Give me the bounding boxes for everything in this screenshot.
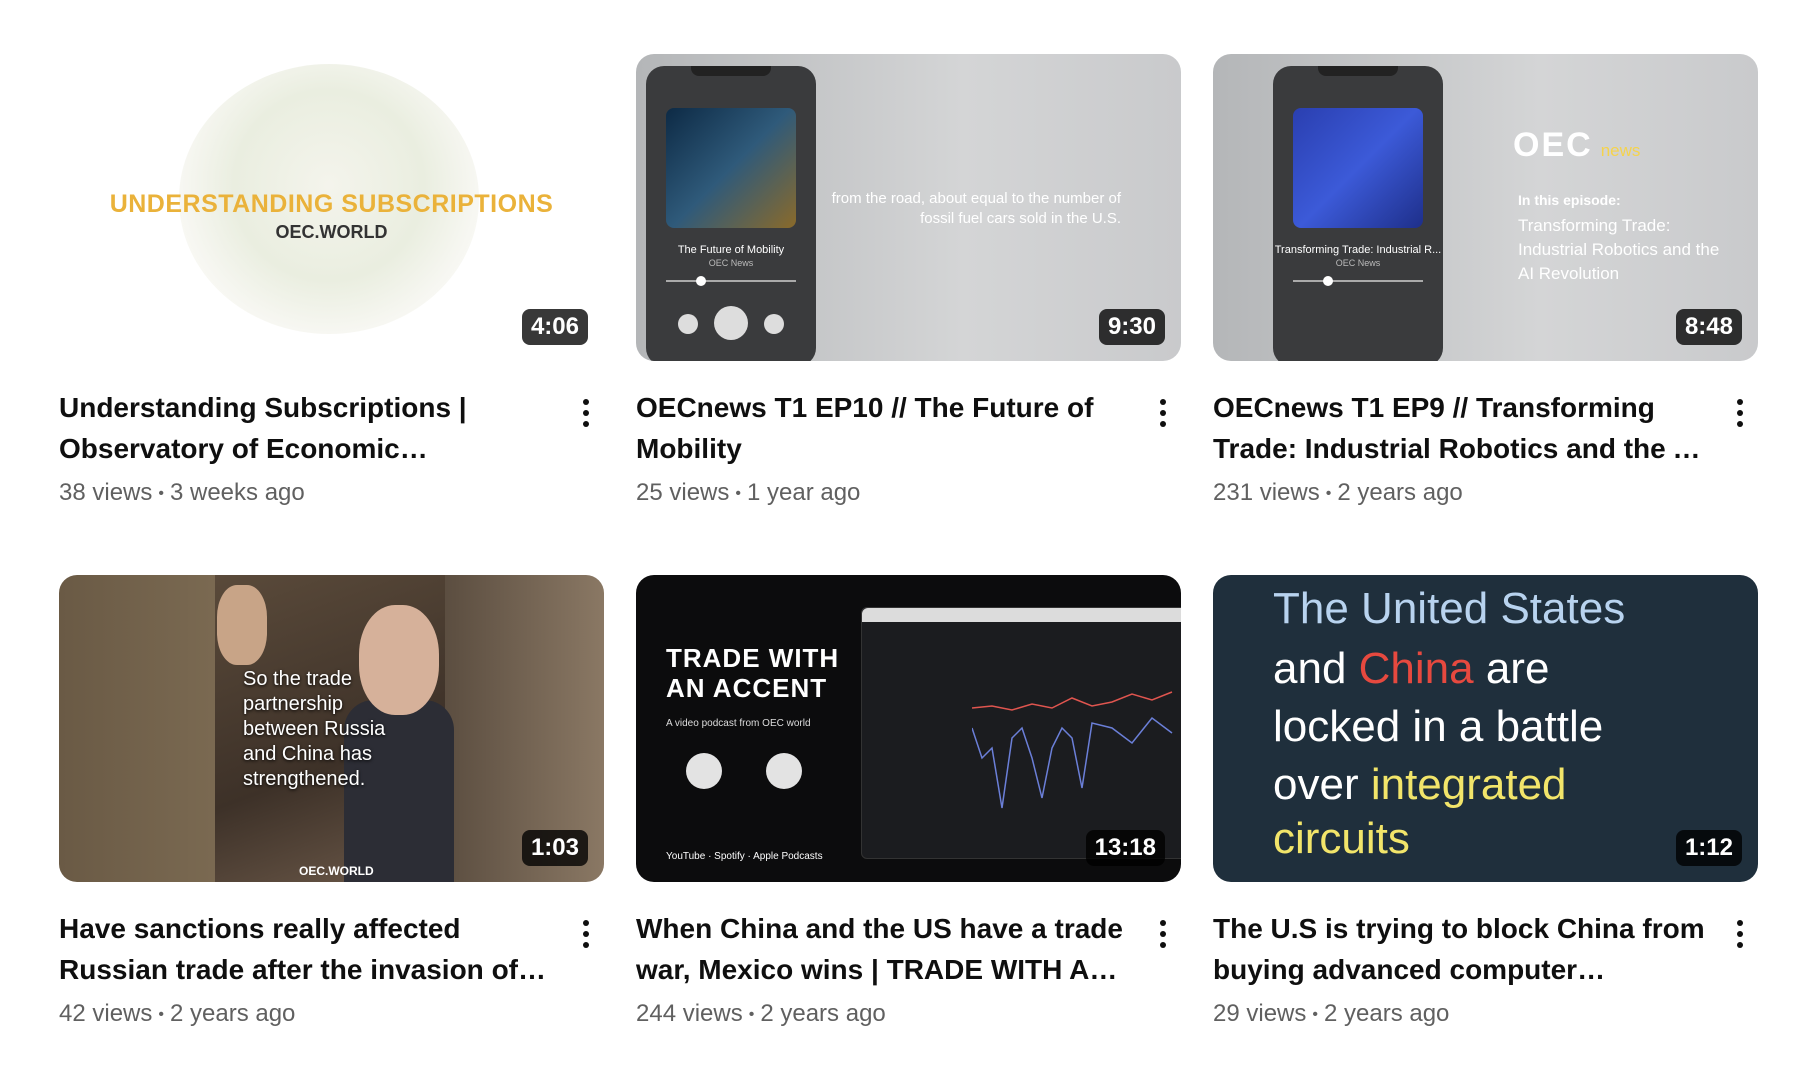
video-card[interactable]: So the trade partnership between Russia … [59, 575, 604, 1028]
phone-episode-sub: OEC News [708, 258, 754, 268]
video-thumbnail[interactable]: Transforming Trade: Industrial R... OEC … [1213, 54, 1758, 361]
duration-badge: 13:18 [1085, 830, 1165, 866]
host-avatar [766, 753, 802, 789]
video-card[interactable]: UNDERSTANDING SUBSCRIPTIONS OEC.WORLD 4:… [59, 54, 604, 507]
video-stats: 29 views • 2 years ago [1213, 1000, 1450, 1027]
video-title[interactable]: Have sanctions really affected Russian t… [59, 908, 568, 990]
duration-badge: 1:12 [1675, 830, 1742, 866]
thumbnail-quote: from the road, about equal to the number… [831, 190, 1121, 227]
video-card[interactable]: The United States and China are locked i… [1213, 575, 1758, 1028]
phone-episode-title: Transforming Trade: Industrial R... [1274, 244, 1442, 256]
video-stats: 38 views • 3 weeks ago [59, 479, 305, 506]
trade-explorer-window [861, 607, 1181, 859]
video-thumbnail[interactable]: The Future of Mobility OEC News from the… [636, 54, 1181, 361]
thumbnail-heading: UNDERSTANDING SUBSCRIPTIONS [109, 190, 554, 218]
phone-mockup: The Future of Mobility OEC News [646, 66, 816, 361]
duration-badge: 4:06 [521, 309, 588, 345]
video-grid: UNDERSTANDING SUBSCRIPTIONS OEC.WORLD 4:… [59, 54, 1758, 1028]
video-title[interactable]: When China and the US have a trade war, … [636, 908, 1145, 990]
view-count: 25 views [636, 479, 730, 506]
duration-badge: 9:30 [1098, 309, 1165, 345]
thumbnail-line: locked in a battle [1273, 702, 1604, 751]
view-count: 42 views [59, 1000, 153, 1027]
platform-logos: YouTube · Spotify · Apple Podcasts [666, 851, 823, 862]
video-card[interactable]: TRADE WITH AN ACCENT A video podcast from… [636, 575, 1181, 1028]
view-count: 244 views [636, 1000, 743, 1027]
more-options-icon[interactable] [1722, 908, 1758, 1028]
more-options-icon[interactable] [1145, 908, 1181, 1028]
thumbnail-subheading: OEC.WORLD [275, 222, 388, 242]
video-stats: 231 views • 2 years ago [1213, 479, 1463, 506]
video-title[interactable]: The U.S is trying to block China from bu… [1213, 908, 1722, 990]
thumbnail-line: The United States [1273, 584, 1626, 633]
view-count: 29 views [1213, 1000, 1307, 1027]
more-options-icon[interactable] [568, 387, 604, 507]
duration-badge: 8:48 [1675, 309, 1742, 345]
upload-age: 2 years ago [1323, 1000, 1450, 1027]
more-options-icon[interactable] [1145, 387, 1181, 507]
view-count: 38 views [59, 479, 153, 506]
video-stats: 42 views • 2 years ago [59, 1000, 296, 1027]
phone-episode-title: The Future of Mobility [677, 244, 785, 256]
video-title[interactable]: OECnews T1 EP9 // Transforming Trade: In… [1213, 387, 1722, 469]
upload-age: 2 years ago [1337, 479, 1463, 506]
thumbnail-brand: OEC.WORLD [299, 864, 374, 878]
thumbnail-line: and China are [1273, 644, 1550, 693]
more-options-icon[interactable] [1722, 387, 1758, 507]
upload-age: 1 year ago [746, 479, 861, 506]
host-avatar [686, 753, 722, 789]
video-thumbnail[interactable]: TRADE WITH AN ACCENT A video podcast from… [636, 575, 1181, 882]
oec-logo: OEC news [1513, 126, 1641, 164]
video-stats: 25 views • 1 year ago [636, 479, 861, 506]
video-title[interactable]: OECnews T1 EP10 // The Future of Mobilit… [636, 387, 1145, 469]
duration-badge: 1:03 [521, 830, 588, 866]
more-options-icon[interactable] [568, 908, 604, 1028]
phone-episode-sub: OEC News [1335, 258, 1381, 268]
video-thumbnail[interactable]: UNDERSTANDING SUBSCRIPTIONS OEC.WORLD 4:… [59, 54, 604, 361]
video-title[interactable]: Understanding Subscriptions | Observator… [59, 387, 568, 469]
video-stats: 244 views • 2 years ago [636, 1000, 886, 1027]
thumbnail-subheading: A video podcast from OEC world [666, 718, 811, 729]
video-thumbnail[interactable]: So the trade partnership between Russia … [59, 575, 604, 882]
video-card[interactable]: Transforming Trade: Industrial R... OEC … [1213, 54, 1758, 507]
thumbnail-line: circuits [1273, 814, 1410, 863]
view-count: 231 views [1213, 479, 1320, 506]
thumbnail-caption: So the trade partnership between Russia … [243, 668, 386, 790]
video-card[interactable]: The Future of Mobility OEC News from the… [636, 54, 1181, 507]
thumbnail-line: over integrated [1273, 760, 1567, 809]
upload-age: 3 weeks ago [169, 479, 305, 506]
episode-info: In this episode: Transforming Trade: Ind… [1518, 192, 1720, 283]
upload-age: 2 years ago [169, 1000, 296, 1027]
video-thumbnail[interactable]: The United States and China are locked i… [1213, 575, 1758, 882]
upload-age: 2 years ago [760, 1000, 886, 1027]
thumbnail-heading: TRADE WITH AN ACCENT [666, 643, 840, 703]
phone-mockup: Transforming Trade: Industrial R... OEC … [1273, 66, 1443, 361]
